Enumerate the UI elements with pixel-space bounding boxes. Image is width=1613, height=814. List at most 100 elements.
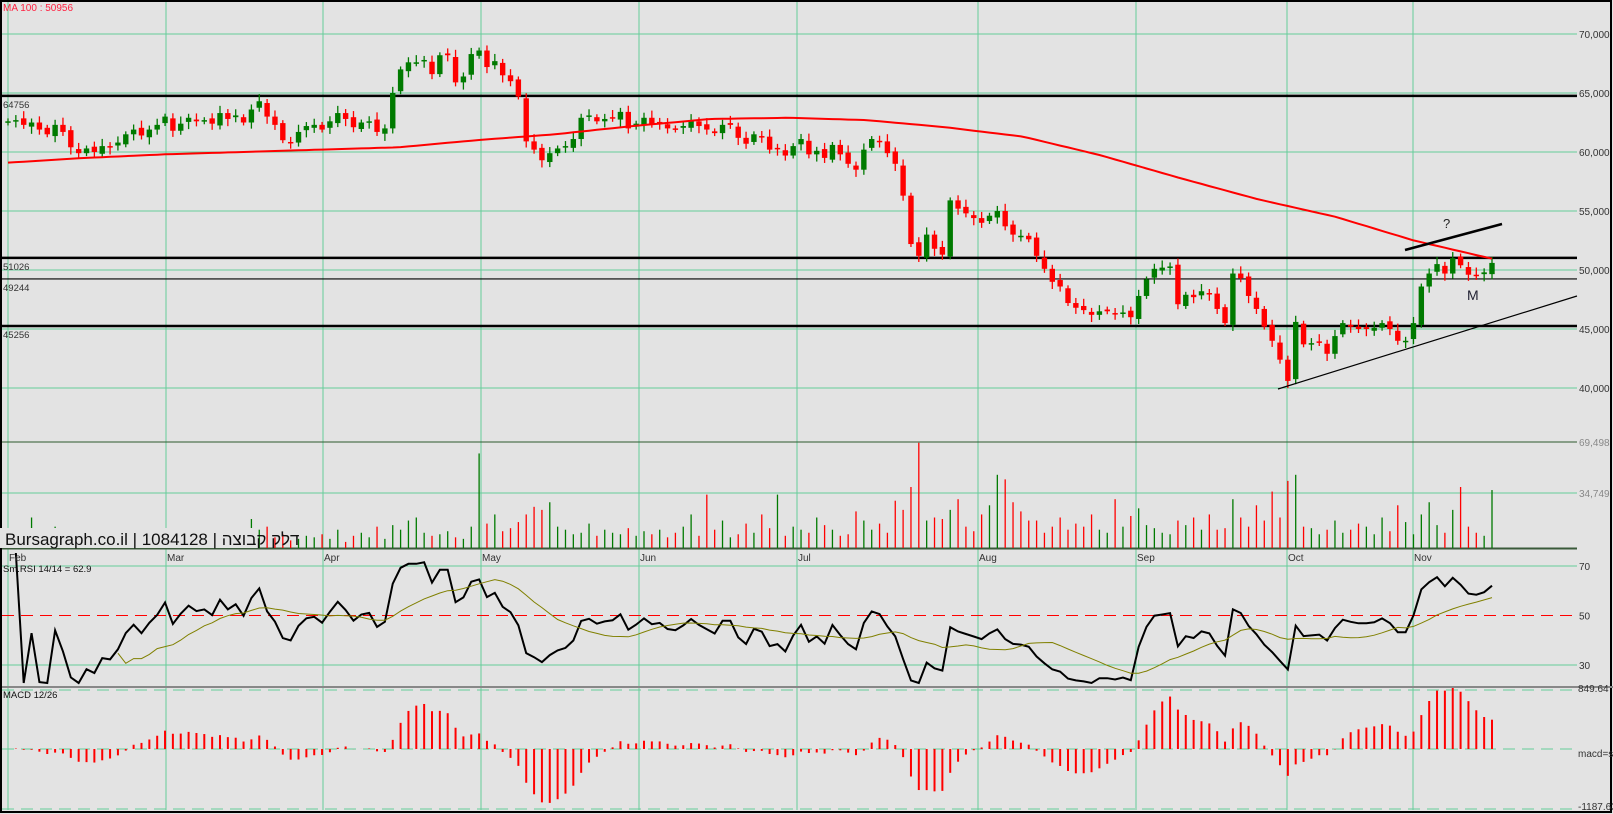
candle [829,141,836,163]
candle-body [680,126,686,128]
candle [1128,306,1134,325]
candle [311,118,317,133]
candle-body [162,116,168,124]
candle-body [1073,303,1079,308]
candle-body [923,234,930,258]
candle-body [547,153,553,163]
candle [499,58,506,83]
candle-body [766,136,773,150]
candle-body [1230,273,1236,325]
candle-body [28,122,35,127]
candle [1222,304,1228,327]
candle-body [13,120,19,122]
candle-body [335,113,341,124]
candle [264,99,270,124]
candle [115,136,121,151]
candle [814,146,820,162]
candle [1065,285,1071,306]
candle [782,144,789,161]
candle-body [1198,291,1205,296]
candle [44,124,50,138]
candle-body [99,146,105,154]
candle [1316,334,1322,346]
candle-body [123,134,129,145]
chart-canvas[interactable]: 64756510264924445256 ? M MA 100 : 50956 … [0,0,1613,814]
candle [923,227,930,262]
candle [154,118,160,135]
candle [405,57,412,78]
candle [704,118,710,135]
candle [272,110,278,130]
candle [1426,268,1432,293]
candle [688,114,694,132]
candle-body [1222,307,1228,324]
candle-body [374,119,380,132]
candle [735,122,741,146]
candle-body [311,124,317,128]
candle-body [594,117,600,122]
candle [507,69,514,87]
candle [1434,256,1440,276]
candle-body [115,142,121,146]
candle-body [1104,309,1110,312]
candle [947,197,953,260]
candle-body [884,141,891,154]
candle-body [1096,311,1103,315]
candle [994,205,1001,224]
candle-body [994,211,1001,218]
rising-trendline[interactable] [1277,295,1578,390]
candle-body [1324,343,1330,354]
candle [523,93,529,148]
annotation-question: ? [1443,216,1450,231]
candle [1049,264,1055,289]
candle-body [586,115,592,117]
candle [295,124,302,147]
price-tick-label: 70,000 [1579,30,1610,41]
candle-body [358,122,365,129]
candle [1206,288,1213,301]
candle-body [429,61,435,75]
candle-body [319,124,325,130]
candle-body [1347,324,1354,327]
price-tick-label: 40,000 [1579,384,1610,395]
candle [1300,320,1307,348]
candle-body [609,117,616,119]
candle-body [272,116,278,125]
candle-body [68,130,74,148]
candle-body [248,109,255,123]
candle-body [83,148,90,154]
candle-body [790,146,796,156]
level-label: 45256 [3,330,29,341]
macd-tick-label: -1187.63 [1578,802,1613,813]
candle [123,131,129,148]
candle-body [837,144,843,155]
rsi-pane [14,552,1493,685]
candle-body [986,215,993,222]
candle [963,199,969,218]
candle-body [295,131,302,143]
candle-body [1332,336,1338,354]
question-trendline[interactable] [1404,222,1503,252]
price-tick-label: 55,000 [1579,207,1610,218]
candle [240,114,247,126]
candle [1387,316,1393,336]
month-label: Mar [167,553,185,564]
candle [468,47,474,80]
macd-label: MACD 12/26 [3,690,57,701]
candle [60,117,66,136]
candle [1473,267,1479,280]
candle-body [1450,258,1456,274]
candle [5,118,11,126]
candle [366,116,372,129]
candle [217,105,223,130]
candle-body [1245,276,1252,296]
trendlines: ? M [1277,216,1578,390]
candle-body [735,126,741,138]
candle [1269,319,1275,347]
candle [342,109,349,127]
candle [1261,305,1267,330]
candle [539,143,545,168]
candle [1026,232,1032,243]
candle-body [193,119,200,122]
candle [437,52,443,78]
